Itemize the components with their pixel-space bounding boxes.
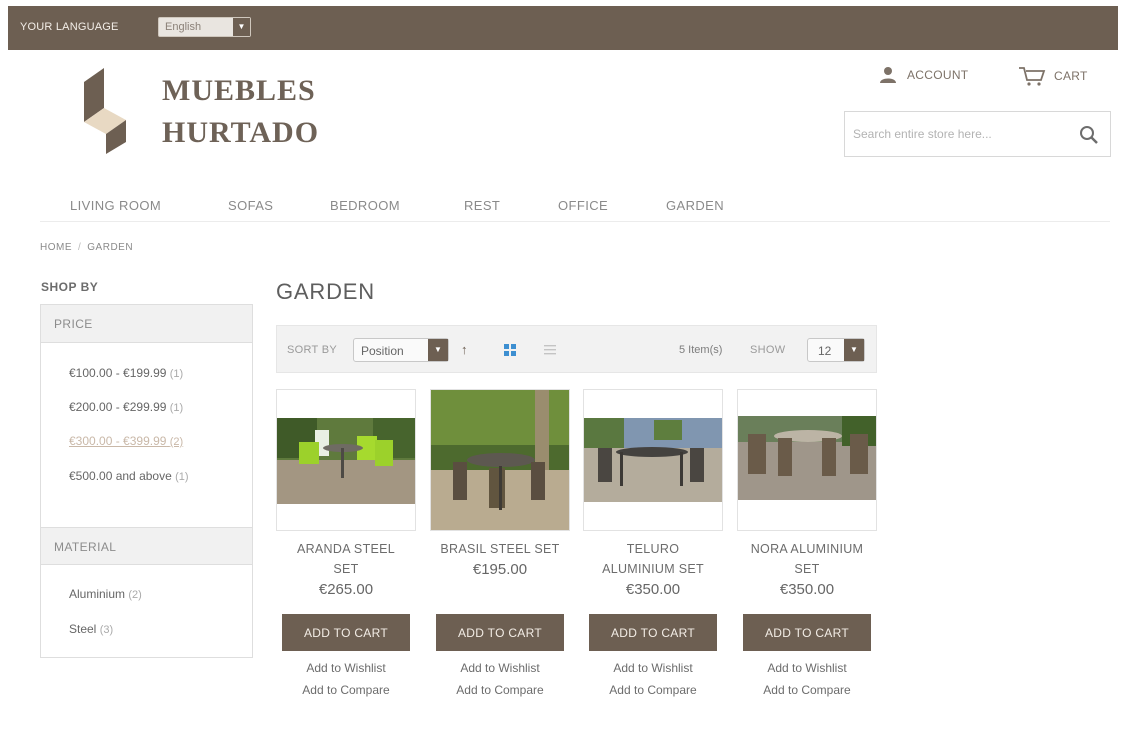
product-name[interactable]: NORA ALUMINIUM SET — [737, 539, 877, 577]
sort-by-select[interactable]: Position ▼ — [353, 338, 449, 362]
add-to-cart-button[interactable]: ADD TO CART — [743, 614, 871, 651]
main-nav: LIVING ROOM SOFAS BEDROOM REST OFFICE GA… — [40, 196, 1110, 222]
product-name[interactable]: ARANDA STEEL SET — [276, 539, 416, 577]
user-icon — [880, 67, 896, 83]
filter-option-label: Steel — [69, 622, 97, 636]
product-card-brasil: BRASIL STEEL SET €195.00 ADD TO CART Add… — [430, 389, 570, 697]
layered-navigation: PRICE €100.00 - €199.99 (1) €200.00 - €2… — [40, 304, 253, 658]
logo-icon[interactable] — [80, 68, 132, 154]
add-to-compare-link[interactable]: Add to Compare — [430, 683, 570, 697]
product-price: €265.00 — [318, 581, 374, 598]
add-to-cart-button[interactable]: ADD TO CART — [589, 614, 717, 651]
breadcrumb-home[interactable]: HOME — [40, 242, 72, 253]
nav-item-bedroom[interactable]: BEDROOM — [330, 198, 400, 213]
language-bar: YOUR LANGUAGE English ▼ — [8, 6, 1118, 50]
product-price: €350.00 — [625, 581, 681, 598]
search-input[interactable] — [853, 124, 1063, 144]
add-to-wishlist-link[interactable]: Add to Wishlist — [583, 661, 723, 675]
filter-option-count: (1) — [169, 368, 184, 380]
logo-line-1: MUEBLES — [162, 74, 316, 107]
filter-option-price-2[interactable]: €200.00 - €299.99 (1) — [69, 398, 183, 417]
product-name-line-1: TELURO — [626, 542, 680, 556]
filter-option-aluminium[interactable]: Aluminium (2) — [69, 585, 142, 604]
filter-option-label: €200.00 - €299.99 — [69, 400, 167, 414]
product-card-aranda: ARANDA STEEL SET €265.00 ADD TO CART Add… — [276, 389, 416, 697]
filter-option-price-4[interactable]: €500.00 and above (1) — [69, 467, 219, 486]
grid-view-icon[interactable] — [504, 344, 516, 356]
product-image[interactable] — [737, 389, 877, 531]
filter-option-label: €100.00 - €199.99 — [69, 366, 167, 380]
logo-text[interactable]: MUEBLES HURTADO — [162, 70, 319, 154]
language-select[interactable]: English ▼ — [158, 17, 251, 37]
product-name[interactable]: TELURO ALUMINIUM SET — [583, 539, 723, 577]
language-label: YOUR LANGUAGE — [20, 21, 119, 33]
cart-link[interactable]: CART — [1018, 66, 1088, 86]
item-count: 5 Item(s) — [679, 344, 723, 356]
nav-item-rest[interactable]: REST — [464, 198, 500, 213]
filter-option-label: €300.00 - €399.99 — [69, 434, 167, 448]
product-card-nora: NORA ALUMINIUM SET €350.00 ADD TO CART A… — [737, 389, 877, 697]
nav-item-sofas[interactable]: SOFAS — [228, 198, 273, 213]
shop-by-title: SHOP BY — [41, 280, 99, 294]
filter-option-price-1[interactable]: €100.00 - €199.99 (1) — [69, 364, 183, 383]
nav-item-office[interactable]: OFFICE — [558, 198, 608, 213]
filter-option-count: (3) — [99, 624, 114, 636]
search-box — [844, 111, 1111, 157]
page-title: GARDEN — [276, 279, 375, 304]
product-name-line-2: ALUMINIUM SET — [602, 562, 704, 576]
logo-line-2: HURTADO — [162, 116, 320, 149]
filter-heading-price[interactable]: PRICE — [41, 305, 252, 343]
filter-option-count: (1) — [175, 471, 189, 483]
product-name-line-2: SET — [333, 562, 359, 576]
add-to-compare-link[interactable]: Add to Compare — [583, 683, 723, 697]
filter-option-count: (2) — [128, 589, 142, 601]
sort-by-value: Position — [361, 344, 404, 358]
add-to-wishlist-link[interactable]: Add to Wishlist — [430, 661, 570, 675]
filter-option-count: (1) — [169, 402, 184, 414]
breadcrumb-separator: / — [78, 242, 82, 253]
filter-option-count: (2) — [169, 436, 184, 448]
show-label: SHOW — [750, 344, 786, 356]
product-image[interactable] — [276, 389, 416, 531]
add-to-wishlist-link[interactable]: Add to Wishlist — [737, 661, 877, 675]
nav-item-living-room[interactable]: LIVING ROOM — [70, 198, 161, 213]
chevron-down-icon: ▼ — [844, 339, 864, 361]
language-select-value: English — [165, 21, 202, 33]
product-price: €350.00 — [779, 581, 835, 598]
product-name-line-1: BRASIL STEEL SET — [440, 542, 560, 556]
add-to-cart-button[interactable]: ADD TO CART — [436, 614, 564, 651]
show-per-page-select[interactable]: 12 ▼ — [807, 338, 865, 362]
add-to-compare-link[interactable]: Add to Compare — [737, 683, 877, 697]
chevron-down-icon: ▼ — [233, 18, 250, 36]
sort-direction-icon[interactable]: ↑ — [461, 342, 468, 357]
product-image[interactable] — [430, 389, 570, 531]
nav-item-garden[interactable]: GARDEN — [666, 198, 724, 213]
product-name-line-2: SET — [794, 562, 820, 576]
product-toolbar: SORT BY Position ▼ ↑ 5 Item(s) SHOW 12 ▼ — [276, 325, 877, 373]
cart-icon — [1019, 67, 1046, 86]
filter-option-label: €500.00 and above — [69, 469, 172, 483]
search-icon[interactable] — [1078, 124, 1100, 146]
cart-label: CART — [1054, 69, 1088, 83]
breadcrumb-current: GARDEN — [87, 242, 134, 253]
filter-option-price-3[interactable]: €300.00 - €399.99 (2) — [69, 432, 183, 451]
product-image[interactable] — [583, 389, 723, 531]
filter-option-label: Aluminium — [69, 587, 126, 601]
account-link[interactable]: ACCOUNT — [879, 66, 968, 84]
breadcrumb: HOME / GARDEN — [40, 242, 133, 253]
product-name-line-1: ARANDA STEEL — [296, 542, 396, 556]
add-to-compare-link[interactable]: Add to Compare — [276, 683, 416, 697]
product-card-teluro: TELURO ALUMINIUM SET €350.00 ADD TO CART… — [583, 389, 723, 697]
sort-by-label: SORT BY — [287, 344, 337, 356]
add-to-wishlist-link[interactable]: Add to Wishlist — [276, 661, 416, 675]
show-per-page-value: 12 — [818, 344, 832, 358]
product-name-line-1: NORA ALUMINIUM — [750, 542, 864, 556]
filter-heading-material[interactable]: MATERIAL — [41, 527, 252, 565]
list-view-icon[interactable] — [544, 344, 556, 356]
account-label: ACCOUNT — [907, 68, 969, 82]
chevron-down-icon: ▼ — [428, 339, 448, 361]
add-to-cart-button[interactable]: ADD TO CART — [282, 614, 410, 651]
filter-option-steel[interactable]: Steel (3) — [69, 620, 113, 639]
product-price: €195.00 — [472, 561, 528, 578]
